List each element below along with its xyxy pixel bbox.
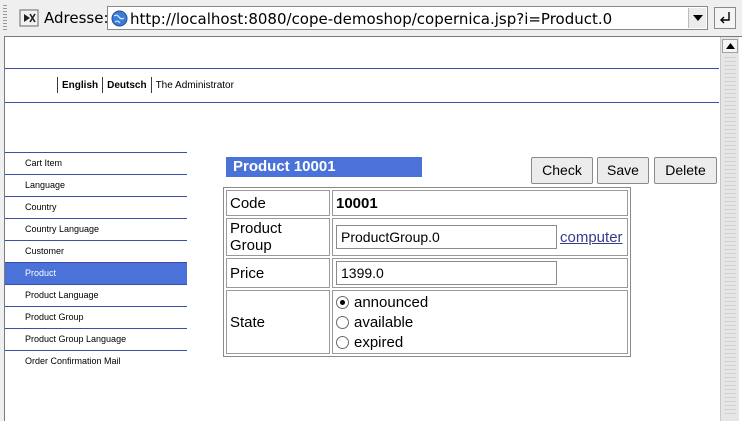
form-row-state: State announced available expired	[226, 290, 628, 354]
form-row-price: Price 1399.0	[226, 258, 628, 288]
product-group-link[interactable]: computer	[560, 229, 623, 246]
header-rule-bottom	[5, 102, 719, 103]
nav-user-label: The Administrator	[155, 79, 234, 91]
code-value: 10001	[332, 190, 628, 216]
radio-label-available: available	[354, 313, 414, 331]
state-option-expired[interactable]: expired	[336, 332, 624, 352]
page-content: English Deutsch The Administrator Cart I…	[5, 37, 719, 421]
price-input[interactable]: 1399.0	[336, 261, 557, 285]
address-toolbar: Adresse: http://localhost:8080/cope-demo…	[0, 0, 742, 36]
clear-location-icon[interactable]	[19, 8, 39, 28]
radio-expired[interactable]	[336, 335, 349, 349]
chevron-down-icon	[693, 15, 703, 21]
menu-item-cart-item[interactable]: Cart Item	[5, 152, 187, 174]
nav-deutsch-link[interactable]: Deutsch	[103, 80, 150, 91]
price-cell: 1399.0	[332, 258, 628, 288]
radio-available[interactable]	[336, 315, 349, 329]
address-label: Adresse:	[44, 9, 109, 27]
code-label: Code	[226, 190, 330, 216]
radio-label-expired: expired	[354, 333, 404, 351]
scroll-up-button[interactable]	[722, 39, 738, 53]
product-group-label: Product Group	[226, 218, 330, 256]
radio-announced[interactable]	[336, 295, 349, 309]
menu-item-product-group-language[interactable]: Product Group Language	[5, 328, 187, 350]
menu-item-customer[interactable]: Customer	[5, 240, 187, 262]
menu-item-order-confirmation-mail[interactable]: Order Confirmation Mail	[5, 350, 187, 372]
price-label: Price	[226, 258, 330, 288]
state-option-available[interactable]: available	[336, 312, 624, 332]
address-input[interactable]: http://localhost:8080/cope-demoshop/cope…	[107, 6, 708, 30]
nav-english-link[interactable]: English	[58, 80, 102, 91]
state-option-announced[interactable]: announced	[336, 292, 624, 312]
radio-label-announced: announced	[354, 293, 429, 311]
browser-viewport: English Deutsch The Administrator Cart I…	[4, 36, 742, 421]
language-nav: English Deutsch The Administrator	[57, 77, 238, 93]
menu-item-product[interactable]: Product	[5, 262, 187, 284]
product-group-input[interactable]: ProductGroup.0	[336, 225, 557, 249]
check-button[interactable]: Check	[531, 157, 593, 184]
form-row-product-group: Product Group ProductGroup.0 computer	[226, 218, 628, 256]
product-group-cell: ProductGroup.0 computer	[332, 218, 628, 256]
header-rule-top	[5, 68, 719, 69]
menu-item-country[interactable]: Country	[5, 196, 187, 218]
vertical-scrollbar[interactable]	[720, 37, 739, 421]
state-label: State	[226, 290, 330, 354]
delete-button[interactable]: Delete	[654, 157, 717, 184]
address-url: http://localhost:8080/cope-demoshop/cope…	[130, 10, 613, 28]
address-dropdown-button[interactable]	[688, 8, 706, 28]
go-button[interactable]	[714, 7, 736, 29]
site-globe-icon	[111, 10, 128, 27]
menu-item-country-language[interactable]: Country Language	[5, 218, 187, 240]
form-row-code: Code 10001	[226, 190, 628, 216]
toolbar-grip[interactable]	[3, 5, 7, 31]
menu-item-language[interactable]: Language	[5, 174, 187, 196]
type-menu: Cart Item Language Country Country Langu…	[5, 152, 187, 372]
save-button[interactable]: Save	[597, 157, 649, 184]
chevron-up-icon	[726, 43, 735, 49]
scrollbar-track[interactable]	[724, 57, 736, 417]
product-form: Code 10001 Product Group ProductGroup.0 c…	[223, 187, 631, 357]
state-cell: announced available expired	[332, 290, 628, 354]
menu-item-product-language[interactable]: Product Language	[5, 284, 187, 306]
page-title: Product 10001	[226, 157, 422, 177]
menu-item-product-group[interactable]: Product Group	[5, 306, 187, 328]
enter-icon	[720, 12, 730, 24]
